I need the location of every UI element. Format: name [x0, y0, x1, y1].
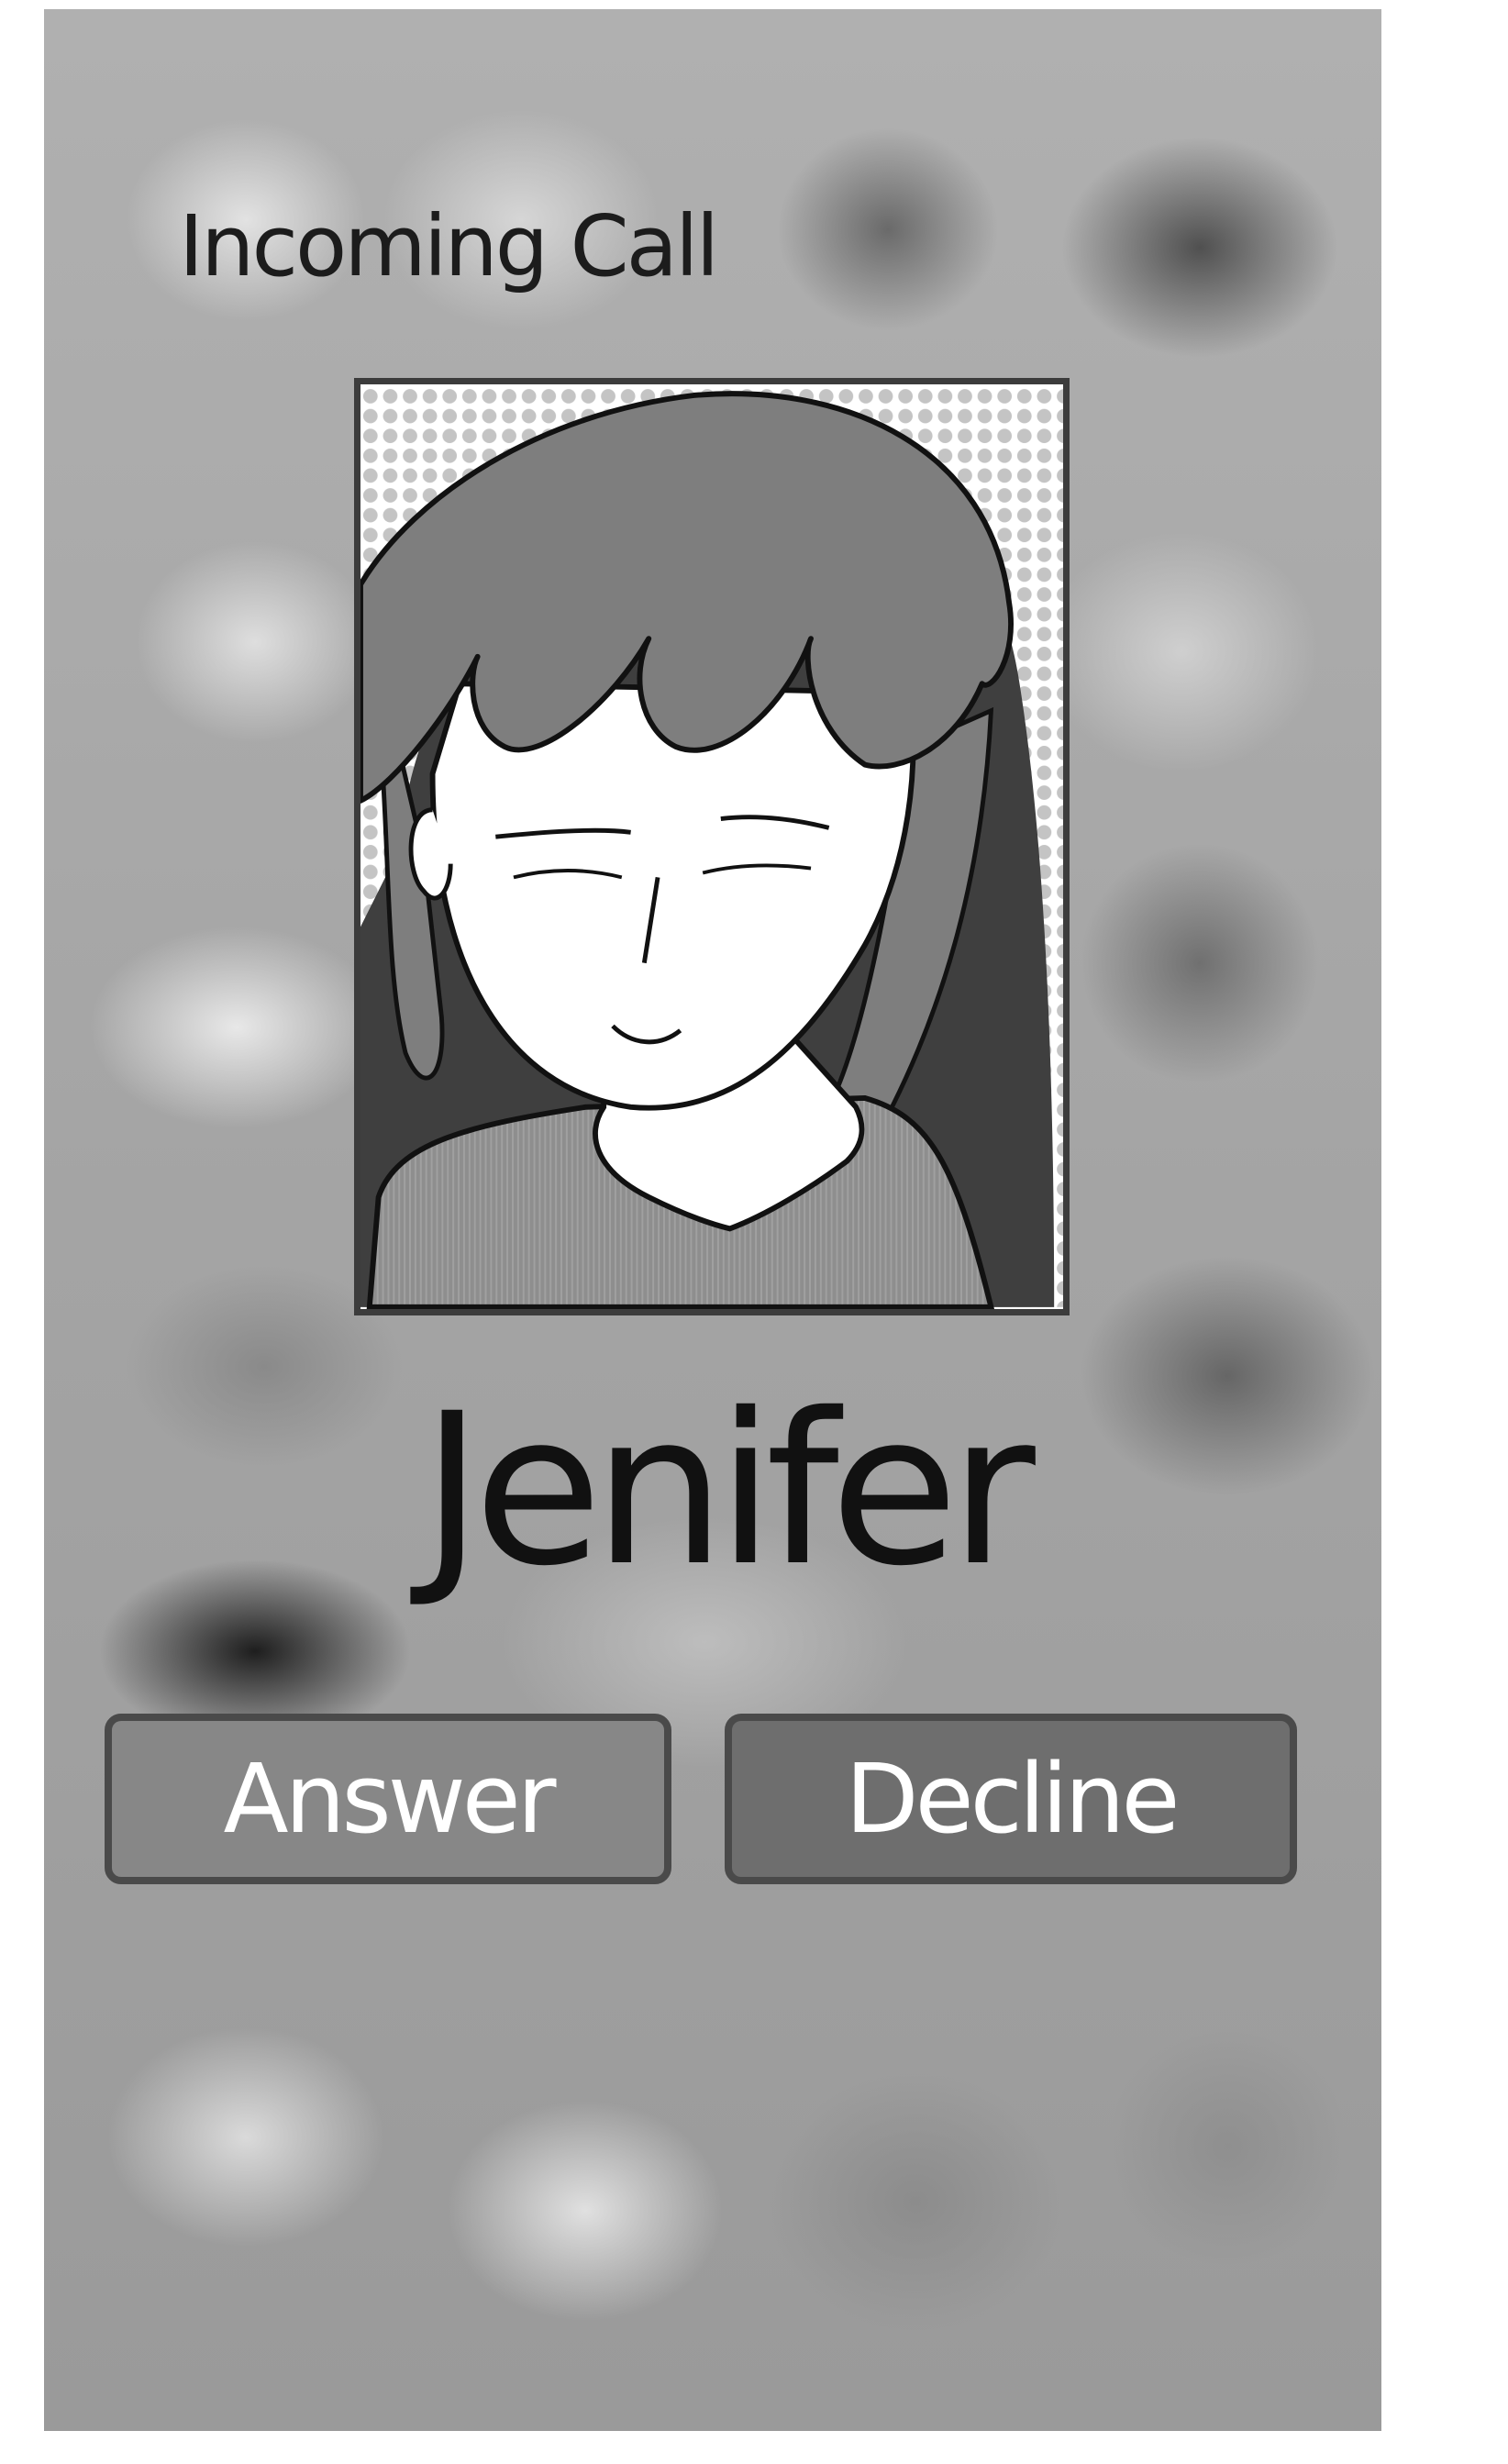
caller-portrait-illustration — [360, 386, 1063, 1309]
answer-button-label: Answer — [223, 1743, 556, 1855]
decline-button[interactable]: Decline — [725, 1714, 1297, 1884]
incoming-call-screen: Incoming Call Jenifer Answer Decline — [44, 9, 1381, 2431]
answer-button[interactable]: Answer — [105, 1714, 671, 1884]
decline-button-label: Decline — [845, 1743, 1181, 1855]
caller-name: Jenifer — [421, 1368, 1036, 1612]
caller-photo — [354, 378, 1070, 1315]
incoming-call-label: Incoming Call — [179, 197, 719, 295]
